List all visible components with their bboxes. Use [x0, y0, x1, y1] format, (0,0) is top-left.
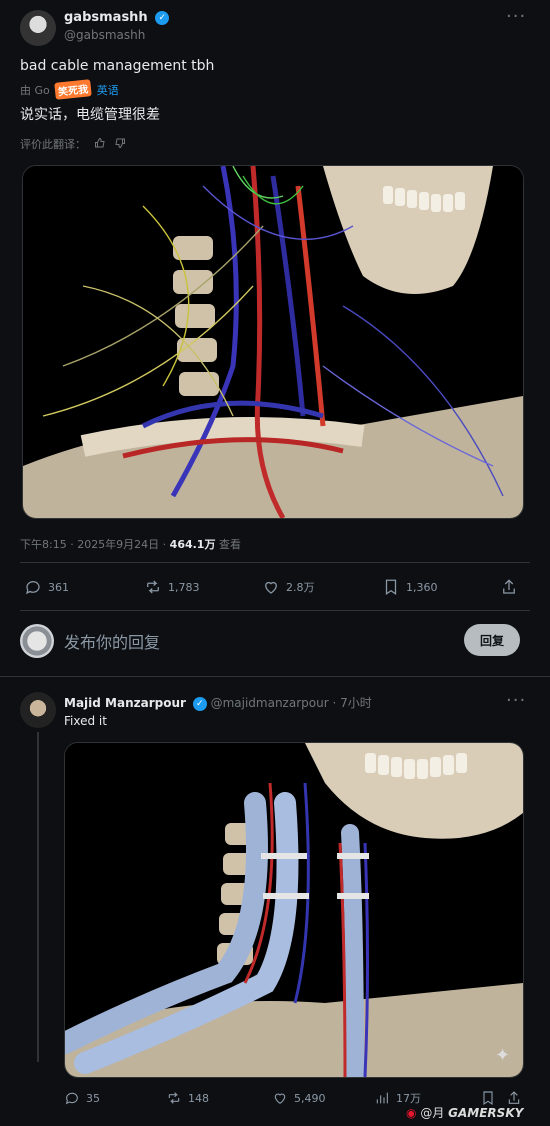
repost-count: 1,783: [168, 580, 200, 594]
reply-author-name[interactable]: Majid Manzarpour: [64, 696, 186, 710]
reply-text: Fixed it: [64, 714, 107, 728]
bookmark-icon: [385, 579, 397, 595]
like-action[interactable]: 5,490: [272, 1090, 326, 1106]
author-name-row[interactable]: gabsmashh ✓: [64, 10, 170, 25]
share-action[interactable]: [500, 578, 518, 596]
bookmark-count: 1,360: [406, 580, 438, 594]
author-avatar[interactable]: [20, 10, 56, 46]
post-timestamp[interactable]: 下午8:15 · 2025年9月24日 ·: [20, 538, 170, 551]
heart-icon: [274, 1093, 286, 1105]
reply-author-handle[interactable]: @majidmanzarpour · 7小时: [211, 696, 372, 710]
analytics-icon: [376, 1092, 388, 1104]
bookmark-action[interactable]: 1,360: [382, 578, 438, 596]
sticker-overlay: 笑死我: [54, 79, 93, 100]
watermark: ◉ @月 GAMERSKY: [406, 1104, 523, 1121]
reply-count: 361: [48, 580, 69, 594]
like-count: 5,490: [294, 1091, 326, 1105]
my-avatar[interactable]: [20, 624, 54, 658]
translated-text: 说实话，电缆管理很差: [20, 107, 160, 123]
reply-count: 35: [86, 1091, 100, 1105]
repost-action[interactable]: 1,783: [144, 578, 200, 596]
repost-icon: [168, 1092, 180, 1104]
repost-action[interactable]: 148: [166, 1090, 209, 1106]
verified-badge-icon: ✓: [155, 10, 170, 25]
verified-badge-icon: ✓: [192, 696, 207, 711]
more-options-icon[interactable]: ···: [506, 690, 526, 711]
like-action[interactable]: 2.8万: [262, 578, 315, 596]
share-icon: [503, 579, 515, 594]
reply-icon: [65, 1092, 78, 1105]
thumbs-down-icon[interactable]: [114, 137, 126, 152]
anatomy-illustration: [23, 166, 523, 518]
divider: [0, 676, 550, 677]
reply-action[interactable]: 35: [64, 1090, 100, 1106]
author-handle[interactable]: @gabsmashh: [64, 28, 145, 42]
weibo-icon: ◉: [406, 1106, 417, 1120]
divider: [20, 562, 530, 563]
repost-icon: [147, 580, 159, 594]
reply-icon: [26, 581, 40, 595]
reply-author-avatar[interactable]: [20, 692, 56, 728]
author-name[interactable]: gabsmashh: [64, 10, 148, 25]
rate-translation: 评价此翻译：: [20, 136, 126, 152]
heart-icon: [265, 581, 277, 594]
like-count: 2.8万: [286, 581, 315, 594]
post-image-anatomy[interactable]: [22, 165, 524, 519]
watermark-text: @月: [420, 1106, 445, 1120]
repost-count: 148: [188, 1091, 209, 1105]
reply-author-row[interactable]: Majid Manzarpour ✓ @majidmanzarpour · 7小…: [64, 694, 372, 711]
reply-image-anatomy[interactable]: ✦: [64, 742, 524, 1078]
post-timestamp-row: 下午8:15 · 2025年9月24日 · 464.1万 查看: [20, 536, 241, 552]
thumbs-up-icon[interactable]: [94, 137, 106, 152]
svg-text:✦: ✦: [495, 1045, 510, 1066]
translated-by[interactable]: 由 Go 笑死我 英语: [20, 79, 119, 100]
more-options-icon[interactable]: ···: [506, 6, 526, 27]
thread-line: [37, 732, 39, 1062]
translated-by-suffix: 英语: [96, 84, 119, 97]
tidy-anatomy-illustration: ✦: [65, 743, 523, 1077]
reply-button[interactable]: 回复: [464, 624, 520, 656]
reply-action[interactable]: 361: [24, 578, 69, 596]
rate-translation-label: 评价此翻译：: [20, 138, 86, 151]
post-views-label: 查看: [215, 538, 241, 551]
post-text: bad cable management tbh: [20, 58, 215, 74]
reply-input[interactable]: 发布你的回复: [64, 629, 160, 653]
watermark-brand: GAMERSKY: [448, 1106, 524, 1120]
divider: [20, 610, 530, 611]
translated-by-prefix: 由 Go: [20, 84, 50, 97]
post-views-count: 464.1万: [169, 538, 216, 551]
